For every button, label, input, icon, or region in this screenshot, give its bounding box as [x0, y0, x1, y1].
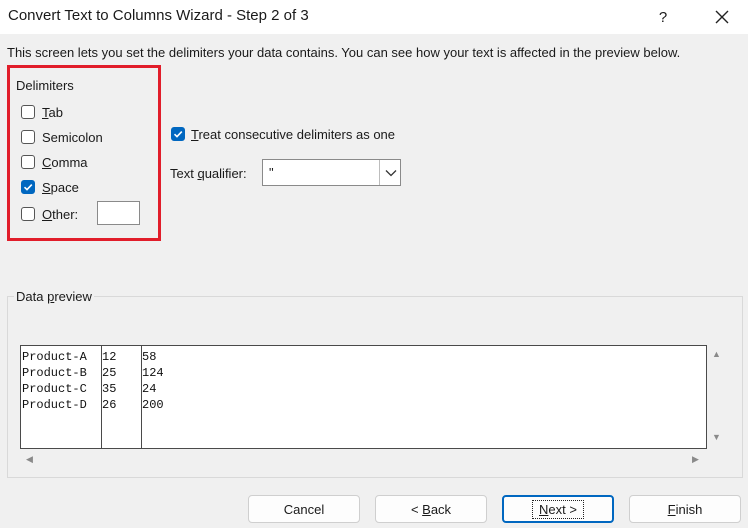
scroll-down-arrow[interactable]: ▼ [712, 432, 721, 442]
preview-cell: Product-A [22, 350, 87, 364]
preview-cell: 25 [102, 366, 117, 380]
tab-label[interactable]: Tab [42, 105, 63, 120]
chevron-down-icon [385, 169, 396, 176]
other-checkbox[interactable] [21, 207, 35, 221]
dropdown-button[interactable] [379, 160, 401, 185]
comma-label[interactable]: Comma [42, 155, 88, 170]
semicolon-label[interactable]: Semicolon [42, 130, 103, 145]
preview-cell: Product-B [22, 366, 87, 380]
preview-cell: 24 [142, 382, 157, 396]
description-text: This screen lets you set the delimiters … [7, 45, 681, 60]
scroll-left-arrow[interactable]: ◀ [26, 454, 33, 465]
scroll-right-arrow[interactable]: ▶ [692, 454, 699, 465]
preview-cell: 12 [102, 350, 117, 364]
space-label[interactable]: Space [42, 180, 79, 195]
text-qualifier-label: Text qualifier: [170, 166, 247, 181]
data-preview-label: Data preview [14, 289, 94, 304]
cancel-button[interactable]: Cancel [248, 495, 360, 523]
tab-checkbox[interactable] [21, 105, 35, 119]
preview-cell: 26 [102, 398, 117, 412]
close-icon [715, 10, 729, 24]
back-button[interactable]: < Back [375, 495, 487, 523]
help-button[interactable]: ? [646, 0, 680, 34]
data-preview-grid[interactable]: Product-A Product-B Product-C Product-D … [20, 345, 707, 449]
next-button[interactable]: Next > [502, 495, 614, 523]
text-qualifier-value: " [269, 165, 274, 180]
checkmark-icon [23, 184, 33, 191]
text-qualifier-select[interactable]: " [262, 159, 401, 186]
window-title: Convert Text to Columns Wizard - Step 2 … [8, 7, 309, 24]
other-delimiter-input[interactable] [97, 201, 140, 225]
preview-cell: 200 [142, 398, 164, 412]
comma-checkbox[interactable] [21, 155, 35, 169]
consecutive-delimiters-label[interactable]: Treat consecutive delimiters as one [191, 127, 395, 142]
consecutive-delimiters-checkbox[interactable] [171, 127, 185, 141]
scroll-up-arrow[interactable]: ▲ [712, 349, 721, 359]
other-label[interactable]: Other: [42, 207, 78, 222]
preview-cell: 58 [142, 350, 157, 364]
close-button[interactable] [702, 0, 742, 34]
preview-cell: Product-D [22, 398, 87, 412]
space-checkbox[interactable] [21, 180, 35, 194]
help-icon: ? [658, 8, 668, 26]
semicolon-checkbox[interactable] [21, 130, 35, 144]
checkmark-icon [173, 131, 183, 138]
preview-cell: 124 [142, 366, 164, 380]
preview-cell: 35 [102, 382, 117, 396]
preview-cell: Product-C [22, 382, 87, 396]
finish-button[interactable]: Finish [629, 495, 741, 523]
delimiters-label: Delimiters [16, 78, 74, 93]
